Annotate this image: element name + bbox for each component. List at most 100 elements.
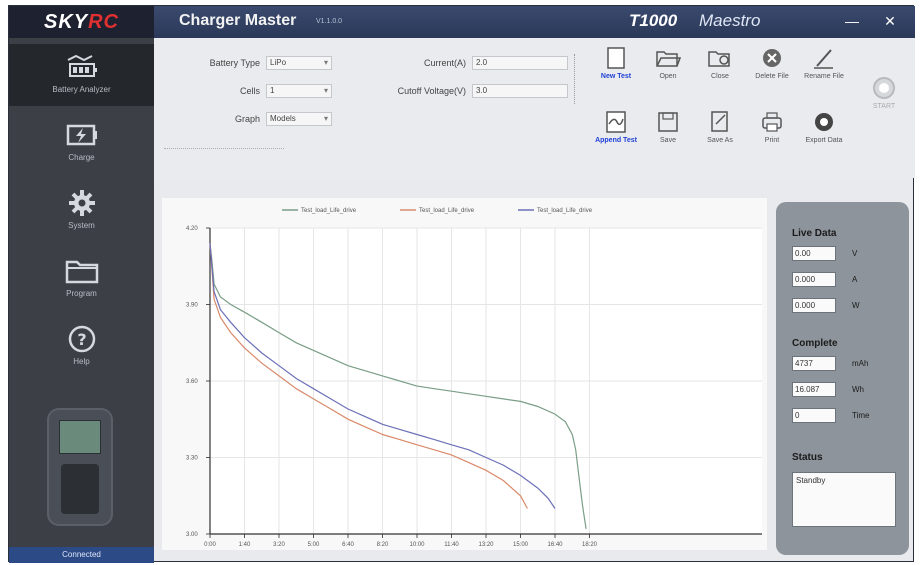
sidebar-item-label: Charge	[68, 153, 95, 162]
device-screen	[59, 420, 101, 454]
live-power-unit: W	[852, 301, 860, 310]
save-icon	[658, 112, 678, 132]
battery-type-value: LiPo	[270, 58, 287, 67]
help-icon: ?	[68, 325, 95, 353]
sidebar-item-battery-analyzer[interactable]: Battery Analyzer	[9, 44, 154, 106]
x-tick-label: 6:40	[342, 542, 354, 548]
save-button[interactable]: Save	[644, 110, 692, 164]
time-field: 0	[792, 408, 836, 423]
x-tick-label: 10:00	[409, 542, 425, 548]
chart-svg: 0:00 1:40 3:20 5:00 6:40 8:20 10:00 11:40 13:20 1…	[186, 208, 762, 548]
start-label: START	[872, 103, 896, 110]
current-label: Current(A)	[423, 58, 466, 68]
brand-text-sky: SKY	[43, 10, 89, 33]
delete-icon	[763, 49, 781, 67]
folder-icon	[65, 260, 98, 284]
legend-label-3: Test_load_Life_drive	[537, 208, 593, 214]
rename-file-button[interactable]: Rename File	[800, 46, 848, 100]
y-tick-label: 3.90	[186, 303, 198, 309]
sidebar: Battery Analyzer Charge System Program ?…	[9, 38, 154, 563]
x-tick-label: 8:20	[377, 542, 389, 548]
y-tick-label: 3.30	[186, 456, 198, 462]
x-tick-label: 3:20	[273, 542, 285, 548]
sidebar-item-program[interactable]: Program	[9, 248, 154, 310]
connection-status: Connected	[9, 547, 154, 563]
delete-file-button[interactable]: Delete File	[748, 46, 796, 100]
y-tick-label: 4.20	[186, 226, 198, 232]
chart-legend: Test_load_Life_drive Test_load_Life_drive…	[282, 208, 593, 214]
x-tick-label: 16:40	[547, 542, 563, 548]
x-tick-label: 13:20	[478, 542, 494, 548]
discharge-chart: 0:00 1:40 3:20 5:00 6:40 8:20 10:00 11:40 13:20 1…	[162, 198, 767, 550]
close-file-label: Close	[711, 73, 729, 80]
legend-label-2: Test_load_Life_drive	[419, 208, 475, 214]
toolbar-separator	[574, 54, 578, 104]
cutoff-voltage-label: Cutoff Voltage(V)	[397, 86, 466, 96]
time-unit: Time	[852, 411, 870, 420]
close-file-button[interactable]: Close	[696, 46, 744, 100]
open-folder-icon	[656, 51, 681, 67]
brand-text-rc: RC	[88, 10, 119, 33]
start-button[interactable]: START	[860, 76, 908, 130]
sidebar-item-help[interactable]: ? Help	[9, 316, 154, 378]
print-label: Print	[764, 137, 780, 144]
open-button[interactable]: Open	[644, 46, 692, 100]
chart-grid	[209, 227, 762, 535]
app-version: V1.1.0.0	[316, 18, 343, 25]
new-test-button[interactable]: New Test	[592, 46, 640, 100]
sidebar-item-label: Help	[73, 357, 90, 366]
save-as-label: Save As	[707, 137, 733, 144]
append-test-label: Append Test	[595, 137, 637, 144]
close-file-icon	[708, 51, 730, 67]
battery-type-label: Battery Type	[209, 58, 260, 68]
save-as-button[interactable]: Save As	[696, 110, 744, 164]
data-panel: Live Data 0.00 V 0.000 A 0.000 W Complet…	[776, 202, 909, 555]
brand-logo: SKY RC	[9, 6, 154, 38]
append-test-icon	[606, 111, 626, 133]
capacity-field: 4737	[792, 356, 836, 371]
export-data-button[interactable]: Export Data	[800, 110, 848, 164]
status-box: Standby	[792, 472, 896, 527]
x-tick-label: 5:00	[308, 542, 320, 548]
power-icon	[873, 77, 895, 99]
cutoff-voltage-input[interactable]: 3.0	[472, 84, 568, 98]
energy-unit: Wh	[852, 385, 864, 394]
close-button[interactable]: ✕	[879, 10, 901, 32]
graph-select[interactable]: Models	[266, 112, 332, 126]
x-tick-label: 11:40	[444, 542, 459, 548]
legend-label-1: Test_load_Life_drive	[301, 208, 357, 214]
export-data-label: Export Data	[805, 137, 843, 144]
complete-title: Complete	[792, 338, 838, 349]
y-tick-label: 3.60	[186, 379, 198, 385]
status-title: Status	[792, 452, 823, 463]
live-voltage-field: 0.00	[792, 246, 836, 261]
x-tick-label: 18:20	[582, 542, 598, 548]
open-label: Open	[659, 73, 677, 80]
gear-icon	[68, 190, 95, 216]
model-suffix: Maestro	[699, 11, 761, 30]
energy-field: 16.087	[792, 382, 836, 397]
charge-icon	[66, 124, 97, 146]
battery-type-select[interactable]: LiPo	[266, 56, 332, 70]
sidebar-item-charge[interactable]: Charge	[9, 112, 154, 174]
sidebar-item-label: System	[68, 221, 95, 230]
graph-value: Models	[270, 114, 296, 123]
cells-label: Cells	[239, 86, 260, 96]
new-file-icon	[607, 47, 625, 69]
rename-file-label: Rename File	[804, 73, 844, 80]
title-bar: SKY RC Charger Master V1.1.0.0 T1000 Maes…	[9, 6, 915, 38]
print-icon	[762, 112, 782, 132]
minimize-button[interactable]: —	[841, 10, 863, 32]
sidebar-item-system[interactable]: System	[9, 180, 154, 242]
x-tick-label: 0:00	[204, 542, 216, 548]
append-test-button[interactable]: Append Test	[592, 110, 640, 164]
y-tick-label: 3.00	[186, 532, 198, 538]
section-divider	[164, 148, 284, 149]
charger-device-image	[47, 408, 113, 526]
current-input[interactable]: 2.0	[472, 56, 568, 70]
battery-analyzer-icon	[67, 54, 97, 77]
device-ports	[61, 464, 99, 514]
sidebar-item-label: Battery Analyzer	[52, 85, 111, 94]
print-button[interactable]: Print	[748, 110, 796, 164]
cells-select[interactable]: 1	[266, 84, 332, 98]
